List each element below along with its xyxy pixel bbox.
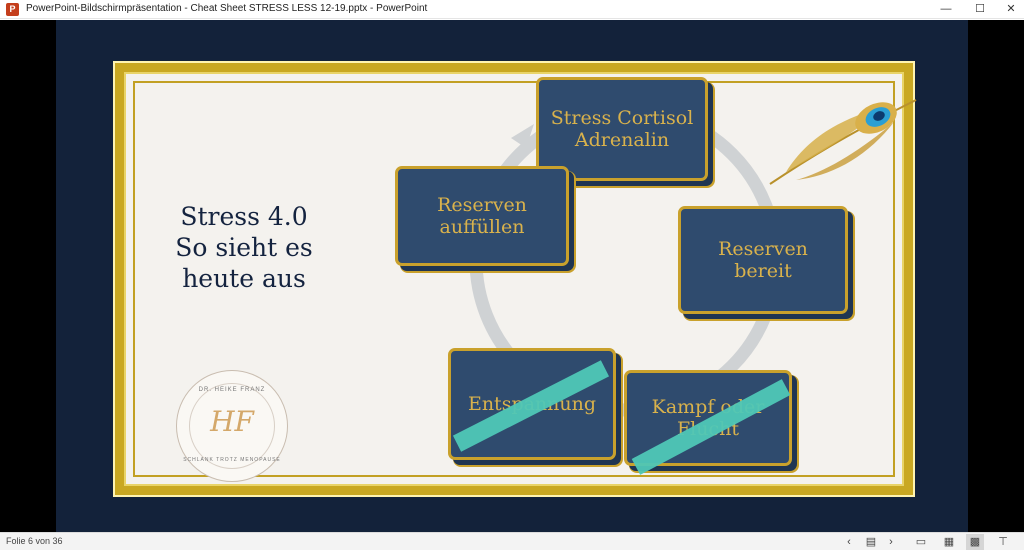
slide-sorter-button[interactable]: ▦ (940, 534, 958, 550)
close-button[interactable]: ✕ (993, 0, 1024, 19)
peacock-feather-icon (769, 99, 917, 185)
next-slide-button[interactable]: › (882, 534, 900, 550)
seal-top-text: DR. HEIKE FRANZ (198, 387, 266, 393)
slide-counter: Folie 6 von 36 (6, 536, 63, 546)
box-reserven-auffuellen: Reserven auffüllen (395, 166, 569, 266)
slide-menu-button[interactable]: ▤ (862, 534, 880, 550)
normal-view-button[interactable]: ▭ (912, 534, 930, 550)
seal-bottom-text: SCHLANK TROTZ MENOPAUSE (183, 457, 281, 463)
seal-monogram: HF (210, 405, 254, 438)
logo-seal: DR. HEIKE FRANZ HF SCHLANK TROTZ MENOPAU… (176, 370, 288, 482)
slide-title: Stress 4.0 So sieht es heute aus (175, 202, 313, 293)
slide[interactable]: Stress 4.0 So sieht es heute aus Stress … (56, 20, 968, 532)
title-bar: P PowerPoint-Bildschirmpräsentation - Ch… (0, 0, 1024, 19)
window-title: PowerPoint-Bildschirmpräsentation - Chea… (26, 3, 428, 14)
previous-slide-button[interactable]: ‹ (840, 534, 858, 550)
presentation-stage: Stress 4.0 So sieht es heute aus Stress … (0, 20, 1024, 532)
box-reserven-bereit: Reserven bereit (678, 206, 848, 314)
powerpoint-icon: P (6, 3, 19, 16)
reading-view-button[interactable]: ▩ (966, 534, 984, 550)
slideshow-button[interactable]: ⊤ (994, 534, 1012, 550)
minimize-button[interactable]: — (928, 0, 964, 19)
status-bar: Folie 6 von 36 ‹ ▤ › ▭ ▦ ▩ ⊤ (0, 532, 1024, 550)
